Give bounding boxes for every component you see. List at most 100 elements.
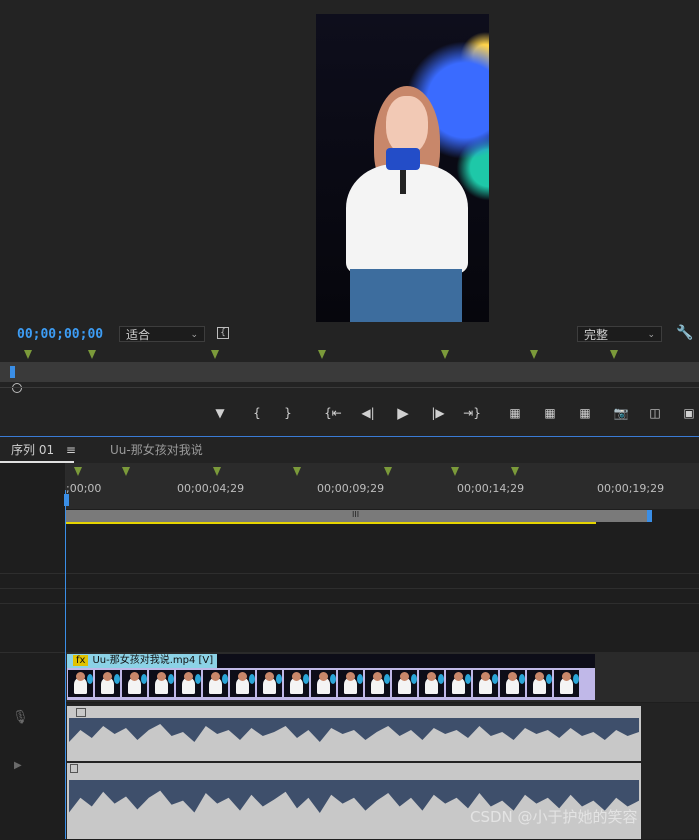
insert-button[interactable]: ▦ — [575, 404, 595, 422]
clip-name: Uu-那女孩对我说.mp4 [V] — [92, 655, 214, 666]
clip-thumbnail-frame — [500, 670, 525, 697]
monitor-time-ruler[interactable] — [0, 362, 699, 382]
safe-margins-icon[interactable]: { — [217, 327, 229, 339]
work-area-grip[interactable]: III — [352, 510, 359, 519]
thumbnail-head — [238, 672, 247, 681]
thumbnail-head — [211, 672, 220, 681]
step-back-button[interactable]: ◀| — [358, 404, 378, 422]
add-marker-button[interactable]: ▼ — [210, 404, 230, 422]
marker[interactable] — [88, 350, 96, 359]
thumbnail-light — [276, 674, 282, 684]
thumbnail-light — [141, 674, 147, 684]
playhead-timecode[interactable]: 00;00;00;00 — [17, 327, 103, 342]
marker[interactable] — [451, 467, 459, 476]
marker[interactable] — [74, 467, 82, 476]
marker[interactable] — [211, 350, 219, 359]
thumbnail-head — [535, 672, 544, 681]
render-status-bar — [66, 522, 596, 524]
thumbnail-head — [454, 672, 463, 681]
lift-button[interactable]: ▦ — [505, 404, 525, 422]
thumbnail-head — [319, 672, 328, 681]
track-divider — [0, 573, 699, 574]
marker[interactable] — [384, 467, 392, 476]
timeline-playhead-line[interactable] — [65, 490, 66, 839]
monitor-playhead[interactable] — [10, 366, 15, 378]
microphone-icon[interactable]: 🎙 — [12, 710, 29, 725]
thumbnail-light — [87, 674, 93, 684]
export-frame-button[interactable]: ▣ — [679, 404, 699, 422]
microphone — [400, 170, 406, 194]
track-headers — [0, 463, 66, 839]
thumbnail-head — [76, 672, 85, 681]
clip-thumbnail-frame — [95, 670, 120, 697]
tab-sequence-01[interactable]: 序列 01 ≡ — [11, 441, 76, 458]
thumbnail-light — [168, 674, 174, 684]
singer-shirt — [346, 164, 468, 274]
timeline-tab-bar — [0, 437, 699, 463]
thumbnail-head — [373, 672, 382, 681]
marker[interactable] — [318, 350, 326, 359]
clip-thumbnail-strip-top — [217, 654, 595, 668]
extract-button[interactable]: ▦ — [540, 404, 560, 422]
thumbnail-head — [157, 672, 166, 681]
clip-thumbnail-frame — [284, 670, 309, 697]
thumbnail-light — [249, 674, 255, 684]
ruler-label: 00;00;09;29 — [317, 482, 385, 495]
thumbnail-light — [573, 674, 579, 684]
thumbnail-light — [330, 674, 336, 684]
video-clip-header[interactable]: fx Uu-那女孩对我说.mp4 [V] — [67, 654, 217, 668]
thumbnail-head — [346, 672, 355, 681]
chevron-down-icon: ⌄ — [647, 330, 655, 340]
clip-thumbnail-frame — [473, 670, 498, 697]
comparison-view-button[interactable]: ◫ — [645, 404, 665, 422]
expand-arrow-icon[interactable]: ▶ — [14, 760, 22, 771]
zoom-scroll-handle[interactable] — [12, 383, 22, 393]
thumbnail-light — [303, 674, 309, 684]
mark-in-button[interactable]: { — [247, 404, 267, 422]
marker[interactable] — [511, 467, 519, 476]
video-preview — [316, 14, 489, 322]
go-to-out-button[interactable]: ⇥} — [462, 404, 482, 422]
thumbnail-head — [400, 672, 409, 681]
fx-badge: fx — [73, 655, 89, 666]
camera-icon[interactable]: 📷 — [611, 404, 631, 422]
thumbnail-head — [508, 672, 517, 681]
clip-thumbnail-frame — [176, 670, 201, 697]
ruler-label: 00;00;04;29 — [177, 482, 245, 495]
playback-resolution-select[interactable]: 完整 ⌄ — [577, 326, 662, 342]
ruler-label: ;00;00 — [66, 482, 102, 495]
marker[interactable] — [24, 350, 32, 359]
marker[interactable] — [122, 467, 130, 476]
wrench-icon[interactable]: 🔧 — [676, 325, 693, 341]
clip-thumbnail-frame — [311, 670, 336, 697]
thumbnail-light — [492, 674, 498, 684]
thumbnail-light — [357, 674, 363, 684]
thumbnail-head — [130, 672, 139, 681]
marker[interactable] — [530, 350, 538, 359]
marker[interactable] — [610, 350, 618, 359]
clip-thumbnail-frame — [68, 670, 93, 697]
singer-jeans — [350, 269, 462, 322]
fit-zoom-value: 适合 — [126, 328, 151, 342]
thumbnail-head — [103, 672, 112, 681]
thumbnail-light — [519, 674, 525, 684]
thumbnail-light — [195, 674, 201, 684]
clip-thumbnail-frame — [338, 670, 363, 697]
clip-thumbnail-frame — [149, 670, 174, 697]
mark-out-button[interactable]: } — [278, 404, 298, 422]
marker[interactable] — [293, 467, 301, 476]
play-button[interactable]: ▶ — [393, 404, 413, 422]
menu-icon[interactable]: ≡ — [66, 443, 76, 457]
go-to-in-button[interactable]: {⇤ — [323, 404, 343, 422]
step-forward-button[interactable]: |▶ — [428, 404, 448, 422]
work-area-end-handle[interactable] — [647, 510, 652, 522]
thumbnail-head — [562, 672, 571, 681]
thumbnail-head — [427, 672, 436, 681]
clip-thumbnail-frame — [446, 670, 471, 697]
fit-zoom-select[interactable]: 适合 ⌄ — [119, 326, 205, 342]
zoom-scroll-bar[interactable] — [0, 387, 699, 388]
thumbnail-light — [438, 674, 444, 684]
tab-clip-sequence[interactable]: Uu-那女孩对我说 — [110, 441, 203, 458]
marker[interactable] — [441, 350, 449, 359]
marker[interactable] — [213, 467, 221, 476]
